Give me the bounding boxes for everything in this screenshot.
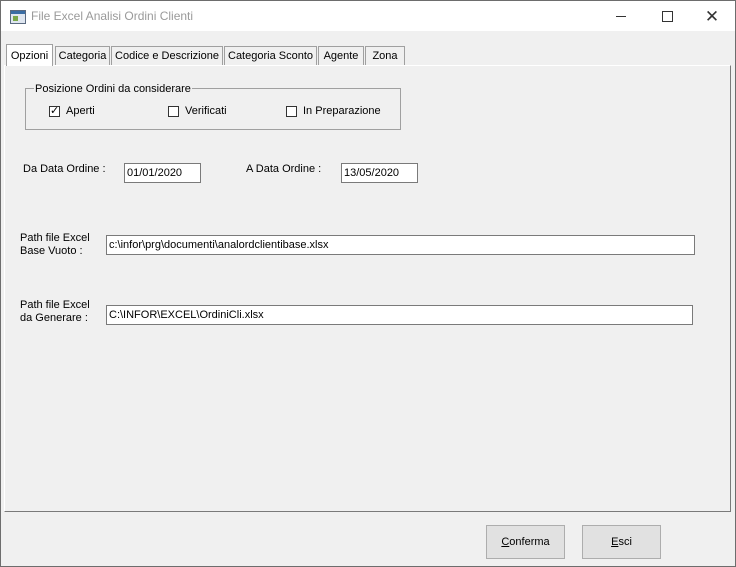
checkbox-verificati[interactable]: Verificati: [168, 105, 227, 117]
tab-categoria-sconto[interactable]: Categoria Sconto: [224, 46, 317, 65]
posizione-ordini-title: Posizione Ordini da considerare: [34, 83, 192, 95]
checkbox-in-preparazione-box[interactable]: [286, 105, 297, 117]
path-base-input[interactable]: [106, 235, 695, 255]
path-base-label-line2: Base Vuoto :: [20, 245, 83, 257]
maximize-icon: [661, 10, 673, 22]
esci-accesskey: E: [611, 536, 619, 548]
tab-opzioni[interactable]: Opzioni: [6, 44, 53, 66]
conferma-button[interactable]: Conferma: [486, 525, 565, 559]
tab-panel-opzioni: [4, 65, 731, 512]
da-data-input[interactable]: [124, 163, 201, 183]
conferma-label: onferma: [509, 536, 550, 548]
checkbox-in-preparazione-label: In Preparazione: [303, 105, 381, 117]
tab-codice-descrizione[interactable]: Codice e Descrizione: [111, 46, 223, 65]
esci-button[interactable]: Esci: [582, 525, 661, 559]
path-base-label-line1: Path file Excel: [20, 232, 90, 244]
minimize-icon: [616, 16, 626, 17]
tab-agente[interactable]: Agente: [318, 46, 364, 65]
close-icon: ✕: [704, 6, 720, 26]
close-button[interactable]: ✕: [689, 1, 735, 31]
app-icon: [10, 10, 26, 24]
tab-zona[interactable]: Zona: [365, 46, 405, 65]
maximize-button[interactable]: [644, 1, 690, 31]
checkbox-aperti-box[interactable]: [49, 104, 60, 118]
checkbox-aperti-label: Aperti: [66, 105, 95, 117]
tab-categoria[interactable]: Categoria: [55, 46, 110, 65]
path-base-label: Path file Excel Base Vuoto :: [20, 232, 90, 258]
conferma-accesskey: C: [501, 536, 510, 548]
a-data-input[interactable]: [341, 163, 418, 183]
a-data-label: A Data Ordine :: [246, 163, 322, 175]
path-gen-input[interactable]: [106, 305, 693, 325]
checkbox-aperti[interactable]: Aperti: [49, 104, 95, 118]
da-data-label: Da Data Ordine :: [23, 163, 106, 175]
checkbox-verificati-box[interactable]: [168, 105, 179, 117]
title-bar[interactable]: File Excel Analisi Ordini Clienti ✕: [1, 1, 735, 31]
window-title: File Excel Analisi Ordini Clienti: [31, 9, 194, 23]
path-gen-label-line2: da Generare :: [20, 312, 88, 324]
checkbox-verificati-label: Verificati: [185, 105, 227, 117]
path-gen-label-line1: Path file Excel: [20, 299, 90, 311]
checkbox-in-preparazione[interactable]: In Preparazione: [286, 105, 381, 117]
minimize-button[interactable]: [598, 1, 644, 31]
esci-label: sci: [618, 536, 632, 548]
path-gen-label: Path file Excel da Generare :: [20, 299, 90, 325]
